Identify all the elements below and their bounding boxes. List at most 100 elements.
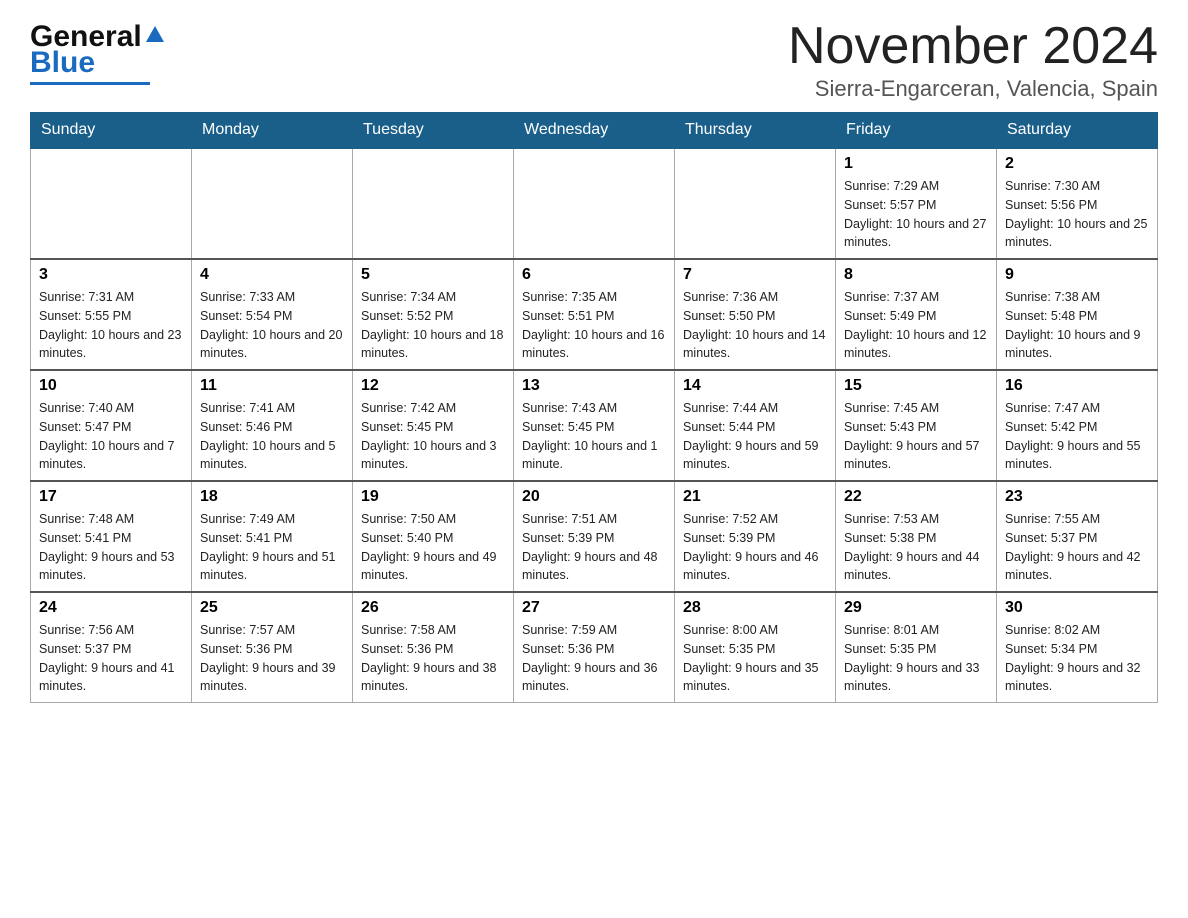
calendar-cell: 14Sunrise: 7:44 AMSunset: 5:44 PMDayligh… (675, 370, 836, 481)
day-number: 6 (522, 266, 666, 284)
day-number: 12 (361, 377, 505, 395)
day-number: 20 (522, 488, 666, 506)
day-number: 3 (39, 266, 183, 284)
day-number: 8 (844, 266, 988, 284)
logo-triangle-icon (144, 24, 166, 46)
calendar-header-saturday: Saturday (997, 113, 1158, 149)
calendar-cell: 10Sunrise: 7:40 AMSunset: 5:47 PMDayligh… (31, 370, 192, 481)
day-number: 14 (683, 377, 827, 395)
calendar-table: SundayMondayTuesdayWednesdayThursdayFrid… (30, 112, 1158, 703)
day-info: Sunrise: 7:34 AMSunset: 5:52 PMDaylight:… (361, 288, 505, 363)
day-number: 27 (522, 599, 666, 617)
calendar-header-monday: Monday (192, 113, 353, 149)
calendar-cell: 15 Sunrise: 7:45 AMSunset: 5:43 PMDayligh… (836, 370, 997, 481)
calendar-cell: 19 Sunrise: 7:50 AMSunset: 5:40 PMDayligh… (353, 481, 514, 592)
day-number: 21 (683, 488, 827, 506)
calendar-cell: 7 Sunrise: 7:36 AMSunset: 5:50 PMDaylight… (675, 259, 836, 370)
calendar-cell: 30 Sunrise: 8:02 AMSunset: 5:34 PMDayligh… (997, 592, 1158, 703)
calendar-cell: 6 Sunrise: 7:35 AMSunset: 5:51 PMDaylight… (514, 259, 675, 370)
day-info: Sunrise: 7:51 AMSunset: 5:39 PMDaylight:… (522, 510, 666, 585)
calendar-week-row: 24Sunrise: 7:56 AMSunset: 5:37 PMDayligh… (31, 592, 1158, 703)
calendar-cell: 24Sunrise: 7:56 AMSunset: 5:37 PMDayligh… (31, 592, 192, 703)
day-info: Sunrise: 7:35 AMSunset: 5:51 PMDaylight:… (522, 288, 666, 363)
calendar-cell: 13 Sunrise: 7:43 AMSunset: 5:45 PMDayligh… (514, 370, 675, 481)
day-number: 13 (522, 377, 666, 395)
day-info: Sunrise: 7:53 AMSunset: 5:38 PMDaylight:… (844, 510, 988, 585)
day-info: Sunrise: 7:55 AMSunset: 5:37 PMDaylight:… (1005, 510, 1149, 585)
day-info: Sunrise: 7:58 AMSunset: 5:36 PMDaylight:… (361, 621, 505, 696)
day-info: Sunrise: 7:31 AMSunset: 5:55 PMDaylight:… (39, 288, 183, 363)
calendar-header-wednesday: Wednesday (514, 113, 675, 149)
day-info: Sunrise: 7:29 AMSunset: 5:57 PMDaylight:… (844, 177, 988, 252)
calendar-header-row: SundayMondayTuesdayWednesdayThursdayFrid… (31, 113, 1158, 149)
day-number: 9 (1005, 266, 1149, 284)
calendar-header-thursday: Thursday (675, 113, 836, 149)
day-number: 29 (844, 599, 988, 617)
day-number: 2 (1005, 155, 1149, 173)
calendar-cell: 8 Sunrise: 7:37 AMSunset: 5:49 PMDaylight… (836, 259, 997, 370)
day-info: Sunrise: 7:47 AMSunset: 5:42 PMDaylight:… (1005, 399, 1149, 474)
calendar-week-row: 10Sunrise: 7:40 AMSunset: 5:47 PMDayligh… (31, 370, 1158, 481)
day-number: 19 (361, 488, 505, 506)
logo: General Blue (30, 20, 166, 85)
calendar-cell: 28 Sunrise: 8:00 AMSunset: 5:35 PMDayligh… (675, 592, 836, 703)
day-number: 28 (683, 599, 827, 617)
day-number: 7 (683, 266, 827, 284)
day-number: 10 (39, 377, 183, 395)
calendar-cell: 18Sunrise: 7:49 AMSunset: 5:41 PMDayligh… (192, 481, 353, 592)
calendar-cell: 11 Sunrise: 7:41 AMSunset: 5:46 PMDayligh… (192, 370, 353, 481)
calendar-cell (192, 148, 353, 259)
day-info: Sunrise: 7:43 AMSunset: 5:45 PMDaylight:… (522, 399, 666, 474)
calendar-cell: 25 Sunrise: 7:57 AMSunset: 5:36 PMDayligh… (192, 592, 353, 703)
day-info: Sunrise: 7:36 AMSunset: 5:50 PMDaylight:… (683, 288, 827, 363)
day-info: Sunrise: 7:45 AMSunset: 5:43 PMDaylight:… (844, 399, 988, 474)
calendar-cell: 16 Sunrise: 7:47 AMSunset: 5:42 PMDayligh… (997, 370, 1158, 481)
calendar-cell (514, 148, 675, 259)
day-info: Sunrise: 7:48 AMSunset: 5:41 PMDaylight:… (39, 510, 183, 585)
day-info: Sunrise: 7:56 AMSunset: 5:37 PMDaylight:… (39, 621, 183, 696)
calendar-week-row: 1 Sunrise: 7:29 AMSunset: 5:57 PMDaylight… (31, 148, 1158, 259)
calendar-cell (353, 148, 514, 259)
day-number: 18 (200, 488, 344, 506)
day-info: Sunrise: 7:57 AMSunset: 5:36 PMDaylight:… (200, 621, 344, 696)
day-info: Sunrise: 7:52 AMSunset: 5:39 PMDaylight:… (683, 510, 827, 585)
calendar-cell: 20 Sunrise: 7:51 AMSunset: 5:39 PMDayligh… (514, 481, 675, 592)
day-info: Sunrise: 7:50 AMSunset: 5:40 PMDaylight:… (361, 510, 505, 585)
calendar-header-tuesday: Tuesday (353, 113, 514, 149)
day-info: Sunrise: 8:02 AMSunset: 5:34 PMDaylight:… (1005, 621, 1149, 696)
page-header: General Blue November 2024 Sierra-Engarc… (30, 20, 1158, 102)
calendar-cell: 3 Sunrise: 7:31 AMSunset: 5:55 PMDaylight… (31, 259, 192, 370)
day-number: 17 (39, 488, 183, 506)
day-info: Sunrise: 8:00 AMSunset: 5:35 PMDaylight:… (683, 621, 827, 696)
day-number: 1 (844, 155, 988, 173)
day-info: Sunrise: 7:30 AMSunset: 5:56 PMDaylight:… (1005, 177, 1149, 252)
day-info: Sunrise: 7:41 AMSunset: 5:46 PMDaylight:… (200, 399, 344, 474)
calendar-cell: 17 Sunrise: 7:48 AMSunset: 5:41 PMDayligh… (31, 481, 192, 592)
calendar-cell (675, 148, 836, 259)
calendar-cell: 5Sunrise: 7:34 AMSunset: 5:52 PMDaylight… (353, 259, 514, 370)
day-number: 11 (200, 377, 344, 395)
calendar-cell: 26Sunrise: 7:58 AMSunset: 5:36 PMDayligh… (353, 592, 514, 703)
calendar-cell: 12Sunrise: 7:42 AMSunset: 5:45 PMDayligh… (353, 370, 514, 481)
title-block: November 2024 Sierra-Engarceran, Valenci… (788, 20, 1158, 102)
day-number: 22 (844, 488, 988, 506)
calendar-cell: 23 Sunrise: 7:55 AMSunset: 5:37 PMDayligh… (997, 481, 1158, 592)
day-info: Sunrise: 8:01 AMSunset: 5:35 PMDaylight:… (844, 621, 988, 696)
day-info: Sunrise: 7:33 AMSunset: 5:54 PMDaylight:… (200, 288, 344, 363)
day-number: 25 (200, 599, 344, 617)
calendar-week-row: 17 Sunrise: 7:48 AMSunset: 5:41 PMDayligh… (31, 481, 1158, 592)
calendar-cell: 4Sunrise: 7:33 AMSunset: 5:54 PMDaylight… (192, 259, 353, 370)
day-number: 15 (844, 377, 988, 395)
logo-blue: Blue (30, 46, 95, 80)
calendar-cell: 27 Sunrise: 7:59 AMSunset: 5:36 PMDayligh… (514, 592, 675, 703)
day-info: Sunrise: 7:37 AMSunset: 5:49 PMDaylight:… (844, 288, 988, 363)
calendar-cell: 9 Sunrise: 7:38 AMSunset: 5:48 PMDaylight… (997, 259, 1158, 370)
calendar-cell (31, 148, 192, 259)
day-number: 30 (1005, 599, 1149, 617)
day-info: Sunrise: 7:38 AMSunset: 5:48 PMDaylight:… (1005, 288, 1149, 363)
calendar-cell: 22 Sunrise: 7:53 AMSunset: 5:38 PMDayligh… (836, 481, 997, 592)
day-info: Sunrise: 7:59 AMSunset: 5:36 PMDaylight:… (522, 621, 666, 696)
day-number: 16 (1005, 377, 1149, 395)
location: Sierra-Engarceran, Valencia, Spain (788, 76, 1158, 102)
day-number: 23 (1005, 488, 1149, 506)
